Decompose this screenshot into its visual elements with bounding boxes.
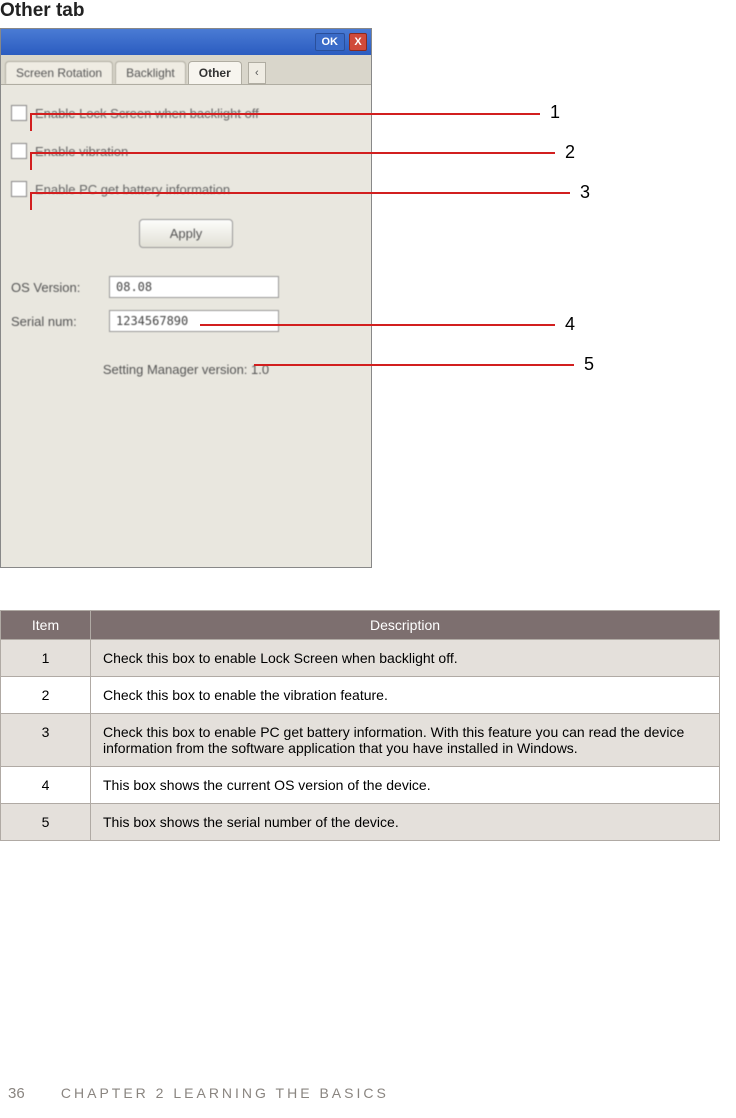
callout-number-4: 4: [565, 314, 575, 335]
callout-line-4: [200, 324, 555, 326]
table-row: 5 This box shows the serial number of th…: [1, 804, 720, 841]
cell-desc: Check this box to enable PC get battery …: [91, 714, 720, 767]
serial-field: 1234567890: [109, 310, 279, 332]
cell-item: 2: [1, 677, 91, 714]
battery-info-label: Enable PC get battery information: [35, 182, 230, 197]
vibration-row: Enable vibration: [11, 143, 361, 159]
description-table: Item Description 1 Check this box to ena…: [0, 610, 720, 841]
table-head-desc: Description: [91, 611, 720, 640]
callout-number-5: 5: [584, 354, 594, 375]
device-screenshot: OK X Screen Rotation Backlight Other ‹ E…: [0, 28, 372, 568]
close-icon[interactable]: X: [349, 33, 367, 51]
table-head-item: Item: [1, 611, 91, 640]
tab-screen-rotation[interactable]: Screen Rotation: [5, 61, 113, 84]
page-footer: 36 CHAPTER 2 LEARNING THE BASICS: [0, 1085, 736, 1102]
page-title: Other tab: [0, 0, 736, 28]
vibration-label: Enable vibration: [35, 144, 128, 159]
tab-row: Screen Rotation Backlight Other ‹: [1, 55, 371, 84]
title-bar: OK X: [1, 29, 371, 55]
lock-screen-checkbox[interactable]: [11, 105, 27, 121]
cell-item: 4: [1, 767, 91, 804]
serial-label: Serial num:: [11, 314, 101, 329]
tab-backlight[interactable]: Backlight: [115, 61, 186, 84]
battery-info-row: Enable PC get battery information: [11, 181, 361, 197]
table-row: 4 This box shows the current OS version …: [1, 767, 720, 804]
cell-item: 5: [1, 804, 91, 841]
callout-line-3: [30, 192, 570, 194]
table-row: 3 Check this box to enable PC get batter…: [1, 714, 720, 767]
battery-info-checkbox[interactable]: [11, 181, 27, 197]
vibration-checkbox[interactable]: [11, 143, 27, 159]
apply-row: Apply: [11, 219, 361, 248]
callout-line-5: [254, 364, 574, 366]
callout-number-1: 1: [550, 102, 560, 123]
ok-button[interactable]: OK: [315, 33, 346, 51]
callout-number-3: 3: [580, 182, 590, 203]
os-version-field: 08.08: [109, 276, 279, 298]
callout-number-2: 2: [565, 142, 575, 163]
figure-area: OK X Screen Rotation Backlight Other ‹ E…: [0, 28, 720, 568]
tab-scroll-left-icon[interactable]: ‹: [248, 62, 266, 84]
cell-desc: Check this box to enable Lock Screen whe…: [91, 640, 720, 677]
table-row: 2 Check this box to enable the vibration…: [1, 677, 720, 714]
cell-desc: Check this box to enable the vibration f…: [91, 677, 720, 714]
serial-row: Serial num: 1234567890: [11, 310, 361, 332]
page-number: 36: [8, 1085, 54, 1102]
os-version-label: OS Version:: [11, 280, 101, 295]
cell-desc: This box shows the current OS version of…: [91, 767, 720, 804]
table-row: 1 Check this box to enable Lock Screen w…: [1, 640, 720, 677]
cell-item: 3: [1, 714, 91, 767]
callout-line-2: [30, 152, 555, 154]
apply-button[interactable]: Apply: [139, 219, 234, 248]
tab-other[interactable]: Other: [188, 61, 242, 84]
chapter-label: CHAPTER 2 LEARNING THE BASICS: [61, 1085, 389, 1101]
callout-line-1: [30, 113, 540, 115]
cell-desc: This box shows the serial number of the …: [91, 804, 720, 841]
cell-item: 1: [1, 640, 91, 677]
os-version-row: OS Version: 08.08: [11, 276, 361, 298]
